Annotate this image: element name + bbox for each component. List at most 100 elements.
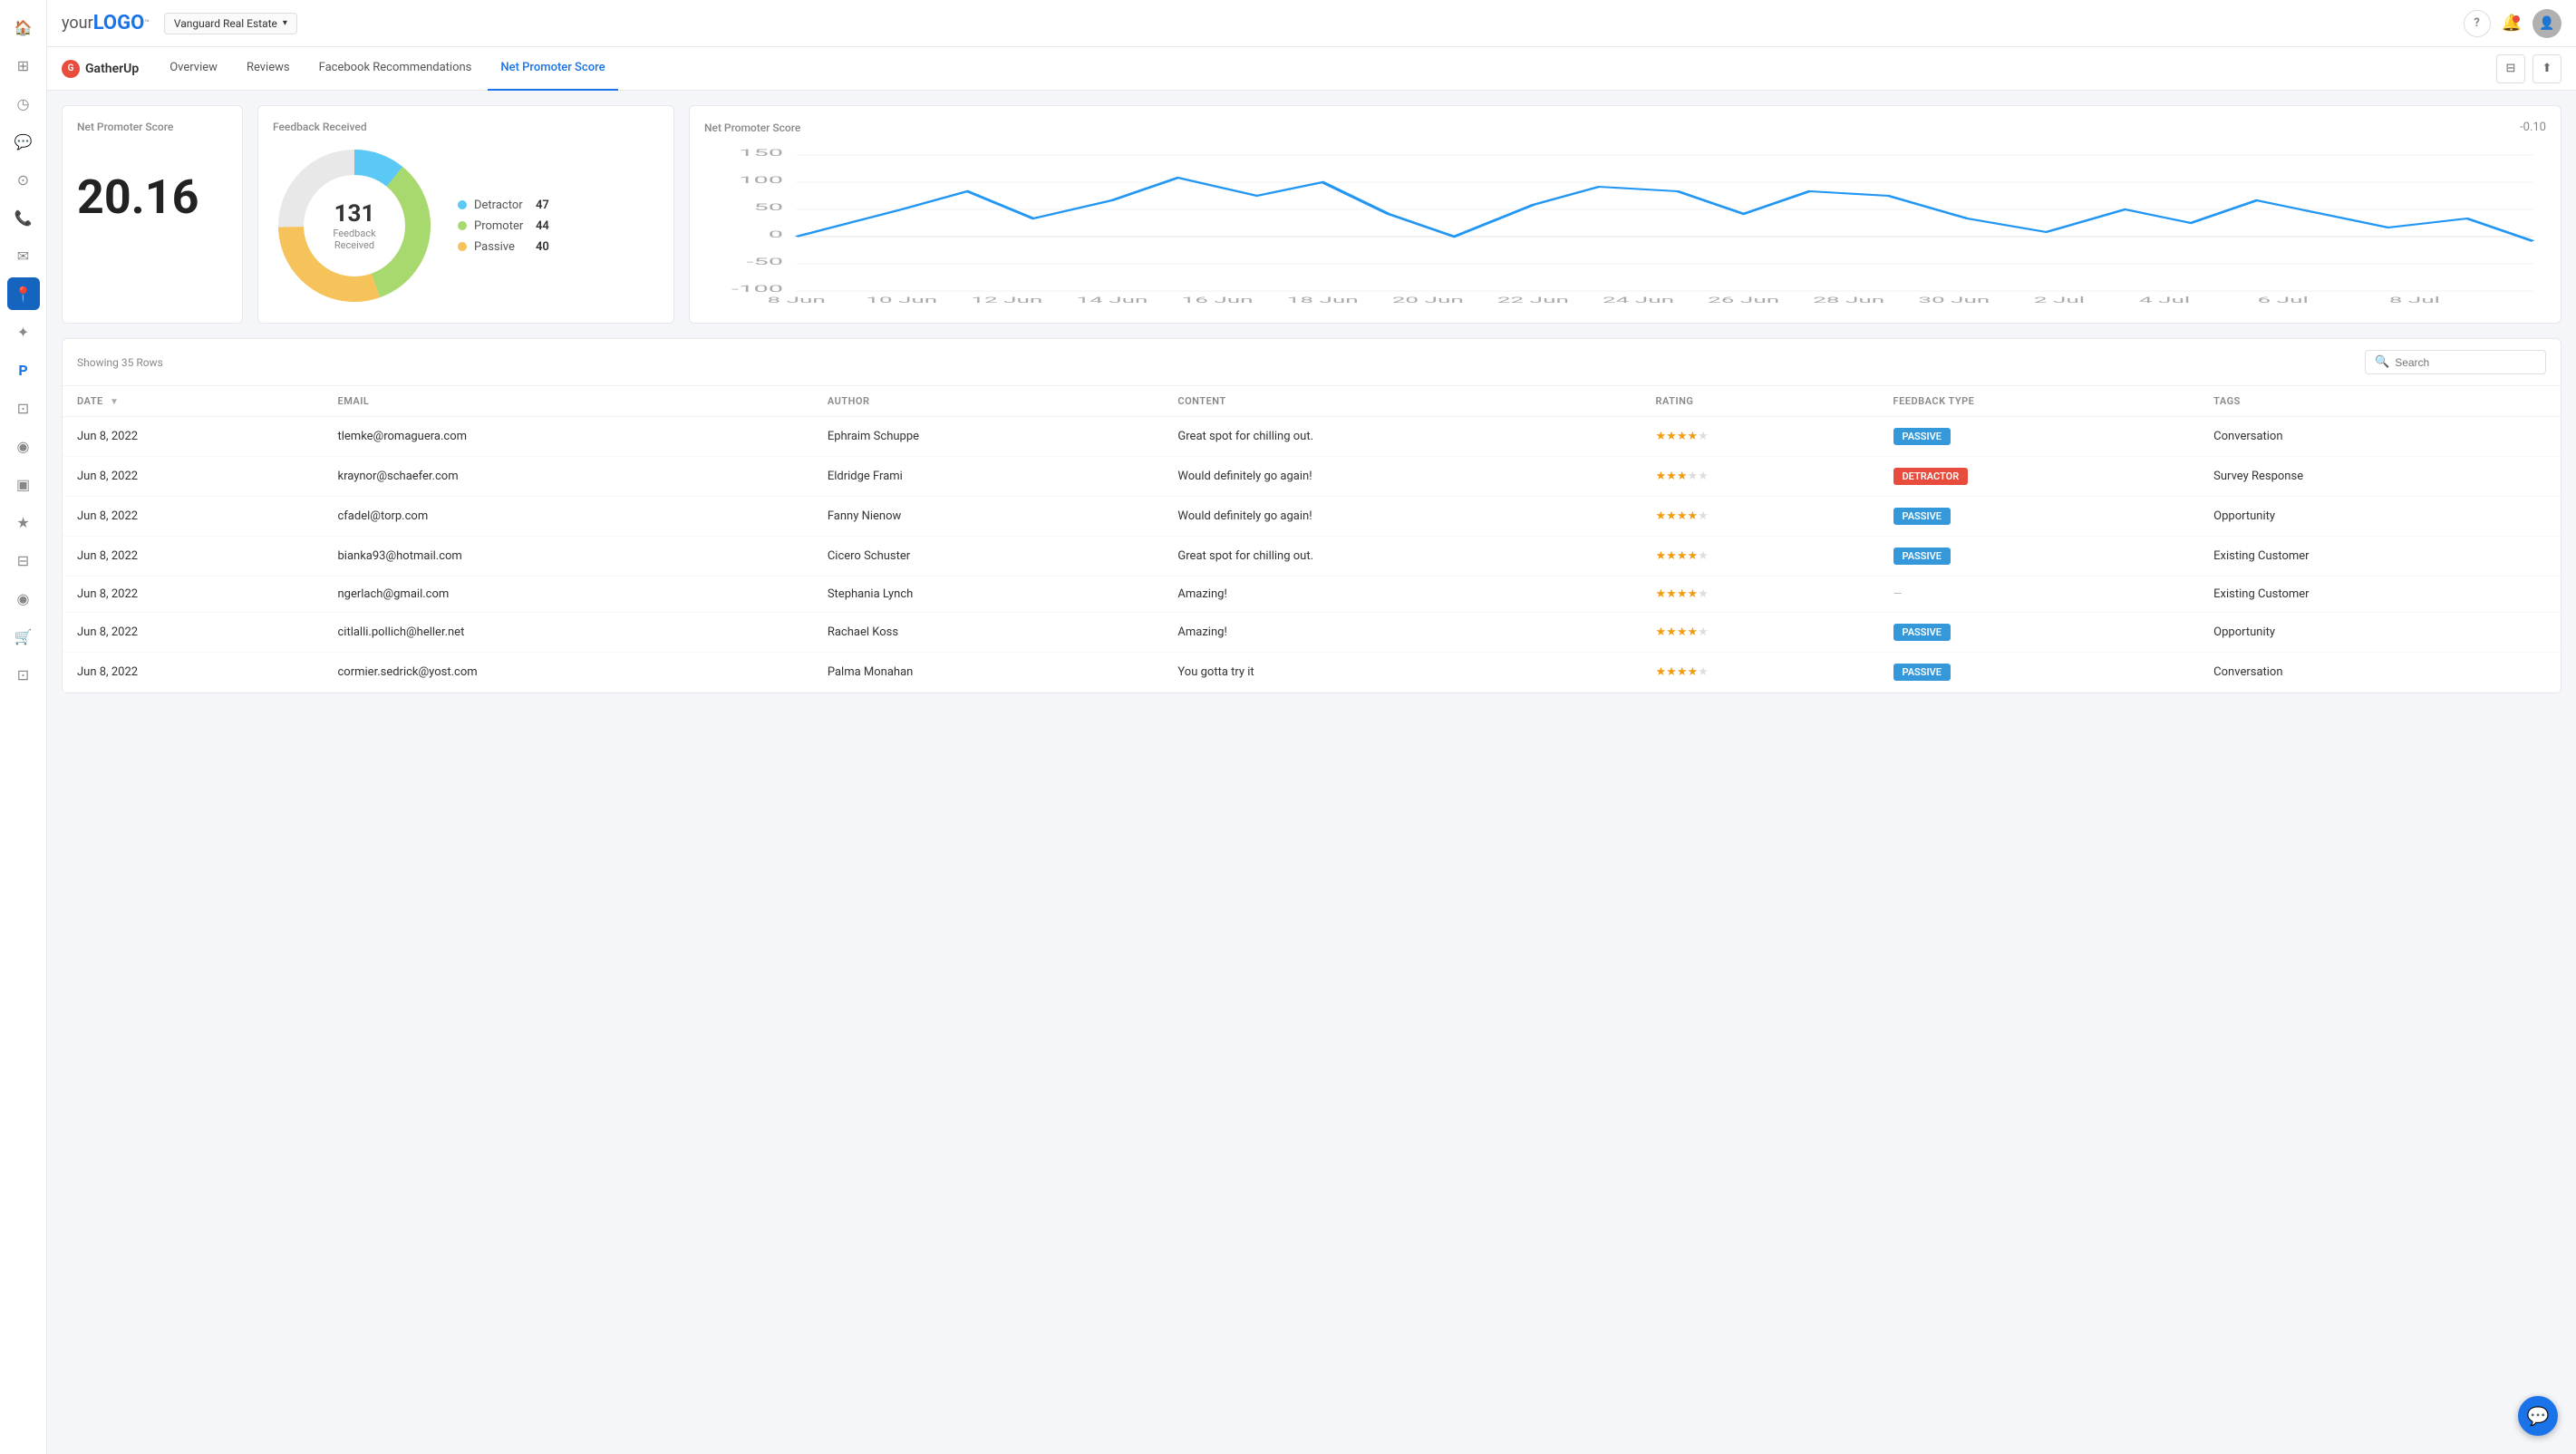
nps-score-card: Net Promoter Score 20.16 bbox=[62, 105, 243, 324]
cell-rating: ★★★★★ bbox=[1641, 613, 1879, 653]
brand-label: G GatherUp bbox=[62, 60, 139, 78]
chat-button[interactable]: 💬 bbox=[2518, 1396, 2558, 1436]
feedback-table-section: Showing 35 Rows 🔍 DATE ▼ EMAIL AUTHOR bbox=[62, 338, 2561, 693]
sidebar-icon-mail[interactable]: ✉ bbox=[7, 239, 40, 272]
sort-icon: ▼ bbox=[110, 397, 119, 407]
sidebar-icon-list[interactable]: ⊟ bbox=[7, 544, 40, 577]
detractor-dot bbox=[458, 200, 467, 209]
cell-tags: Existing Customer bbox=[2199, 537, 2561, 577]
sidebar-icon-star[interactable]: ★ bbox=[7, 506, 40, 538]
svg-text:100: 100 bbox=[739, 175, 783, 186]
sidebar: 🏠 ⊞ ◷ 💬 ⊙ 📞 ✉ 📍 ✦ P ⊡ ◉ ▣ ★ ⊟ ◉ 🛒 ⊡ bbox=[0, 0, 47, 1454]
cell-content: Great spot for chilling out. bbox=[1163, 417, 1641, 457]
svg-text:8 Jul: 8 Jul bbox=[2389, 296, 2440, 305]
sidebar-icon-sparkle[interactable]: ✦ bbox=[7, 315, 40, 348]
cell-feedback-type: PASSIVE bbox=[1879, 537, 2200, 577]
sidebar-icon-misc[interactable]: ⊡ bbox=[7, 658, 40, 691]
donut-subtitle: Feedback Received bbox=[314, 228, 395, 251]
svg-text:50: 50 bbox=[753, 202, 783, 213]
sidebar-icon-circle[interactable]: ◉ bbox=[7, 430, 40, 462]
svg-text:0: 0 bbox=[769, 229, 783, 240]
tab-overview[interactable]: Overview bbox=[157, 47, 230, 91]
logo-text-your: your bbox=[62, 14, 93, 33]
col-author: AUTHOR bbox=[813, 386, 1164, 417]
sidebar-icon-clock[interactable]: ◷ bbox=[7, 87, 40, 120]
help-button[interactable]: ? bbox=[2464, 10, 2491, 37]
feedback-card: Feedback Received bbox=[257, 105, 674, 324]
sidebar-icon-dot[interactable]: ◉ bbox=[7, 582, 40, 615]
donut-label: 131 Feedback Received bbox=[314, 200, 395, 251]
nps-score-value: 20.16 bbox=[77, 170, 228, 225]
passive-badge: PASSIVE bbox=[1893, 624, 1951, 641]
col-email: EMAIL bbox=[323, 386, 812, 417]
sidebar-icon-grid[interactable]: ⊞ bbox=[7, 49, 40, 82]
sidebar-icon-phone[interactable]: 📞 bbox=[7, 201, 40, 234]
cell-author: Palma Monahan bbox=[813, 653, 1164, 693]
col-date[interactable]: DATE ▼ bbox=[63, 386, 323, 417]
svg-text:20 Jun: 20 Jun bbox=[1392, 296, 1464, 305]
cell-content: Amazing! bbox=[1163, 613, 1641, 653]
feedback-inner: 131 Feedback Received Detractor 47 Promo bbox=[273, 144, 659, 307]
legend-detractor: Detractor 47 bbox=[458, 199, 549, 212]
svg-text:14 Jun: 14 Jun bbox=[1076, 296, 1148, 305]
notifications-button[interactable]: 🔔 bbox=[2502, 14, 2522, 33]
sidebar-icon-chat[interactable]: 💬 bbox=[7, 125, 40, 158]
cell-tags: Opportunity bbox=[2199, 497, 2561, 537]
svg-text:6 Jul: 6 Jul bbox=[2258, 296, 2309, 305]
search-input[interactable] bbox=[2395, 356, 2536, 369]
passive-label: Passive bbox=[474, 240, 528, 254]
svg-text:16 Jun: 16 Jun bbox=[1182, 296, 1254, 305]
sidebar-icon-square[interactable]: ▣ bbox=[7, 468, 40, 500]
brand-name: GatherUp bbox=[85, 62, 139, 76]
passive-badge: PASSIVE bbox=[1893, 664, 1951, 681]
content-area: Net Promoter Score 20.16 Feedback Receiv… bbox=[47, 91, 2576, 1454]
cell-author: Fanny Nienow bbox=[813, 497, 1164, 537]
user-avatar[interactable]: 👤 bbox=[2532, 9, 2561, 38]
table-body: Jun 8, 2022 tlemke@romaguera.com Ephraim… bbox=[63, 417, 2561, 693]
topbar-right: ? 🔔 👤 bbox=[2464, 9, 2561, 38]
sidebar-icon-p[interactable]: P bbox=[7, 354, 40, 386]
search-box[interactable]: 🔍 bbox=[2365, 350, 2546, 374]
cell-feedback-type: DETRACTOR bbox=[1879, 457, 2200, 497]
cell-date: Jun 8, 2022 bbox=[63, 417, 323, 457]
share-button[interactable]: ⬆ bbox=[2532, 54, 2561, 83]
nps-card-title: Net Promoter Score bbox=[77, 121, 228, 133]
table-row: Jun 8, 2022 cfadel@torp.com Fanny Nienow… bbox=[63, 497, 2561, 537]
donut-total: 131 bbox=[314, 200, 395, 228]
tab-reviews[interactable]: Reviews bbox=[234, 47, 303, 91]
table-row: Jun 8, 2022 citlalli.pollich@heller.net … bbox=[63, 613, 2561, 653]
cell-author: Rachael Koss bbox=[813, 613, 1164, 653]
cell-tags: Survey Response bbox=[2199, 457, 2561, 497]
cell-feedback-type: PASSIVE bbox=[1879, 497, 2200, 537]
cell-tags: Existing Customer bbox=[2199, 577, 2561, 613]
sidebar-icon-target[interactable]: ⊙ bbox=[7, 163, 40, 196]
detractor-value: 47 bbox=[536, 199, 549, 212]
tab-nps[interactable]: Net Promoter Score bbox=[488, 47, 617, 91]
table-header: Showing 35 Rows 🔍 bbox=[63, 339, 2561, 386]
chart-title: Net Promoter Score bbox=[704, 121, 800, 134]
donut-chart: 131 Feedback Received bbox=[273, 144, 436, 307]
cell-rating: ★★★★★ bbox=[1641, 497, 1879, 537]
search-icon: 🔍 bbox=[2375, 355, 2389, 369]
cell-content: Would definitely go again! bbox=[1163, 457, 1641, 497]
svg-text:4 Jul: 4 Jul bbox=[2139, 296, 2190, 305]
cell-date: Jun 8, 2022 bbox=[63, 577, 323, 613]
cell-feedback-type: PASSIVE bbox=[1879, 653, 2200, 693]
sidebar-icon-location[interactable]: 📍 bbox=[7, 277, 40, 310]
cell-email: citlalli.pollich@heller.net bbox=[323, 613, 812, 653]
cell-email: cfadel@torp.com bbox=[323, 497, 812, 537]
sidebar-icon-home[interactable]: 🏠 bbox=[7, 11, 40, 44]
col-tags: TAGS bbox=[2199, 386, 2561, 417]
nps-chart-card: Net Promoter Score -0.10 150 100 50 0 -5… bbox=[689, 105, 2561, 324]
sidebar-icon-cart[interactable]: 🛒 bbox=[7, 620, 40, 653]
cell-email: ngerlach@gmail.com bbox=[323, 577, 812, 613]
logo: your LOGO ™ bbox=[62, 12, 150, 34]
col-rating: RATING bbox=[1641, 386, 1879, 417]
columns-button[interactable]: ⊟ bbox=[2496, 54, 2525, 83]
feedback-card-title: Feedback Received bbox=[273, 121, 659, 133]
tab-facebook[interactable]: Facebook Recommendations bbox=[306, 47, 485, 91]
cell-date: Jun 8, 2022 bbox=[63, 613, 323, 653]
svg-text:10 Jun: 10 Jun bbox=[866, 296, 937, 305]
sidebar-icon-box[interactable]: ⊡ bbox=[7, 392, 40, 424]
location-dropdown[interactable]: Vanguard Real Estate ▾ bbox=[164, 13, 297, 34]
